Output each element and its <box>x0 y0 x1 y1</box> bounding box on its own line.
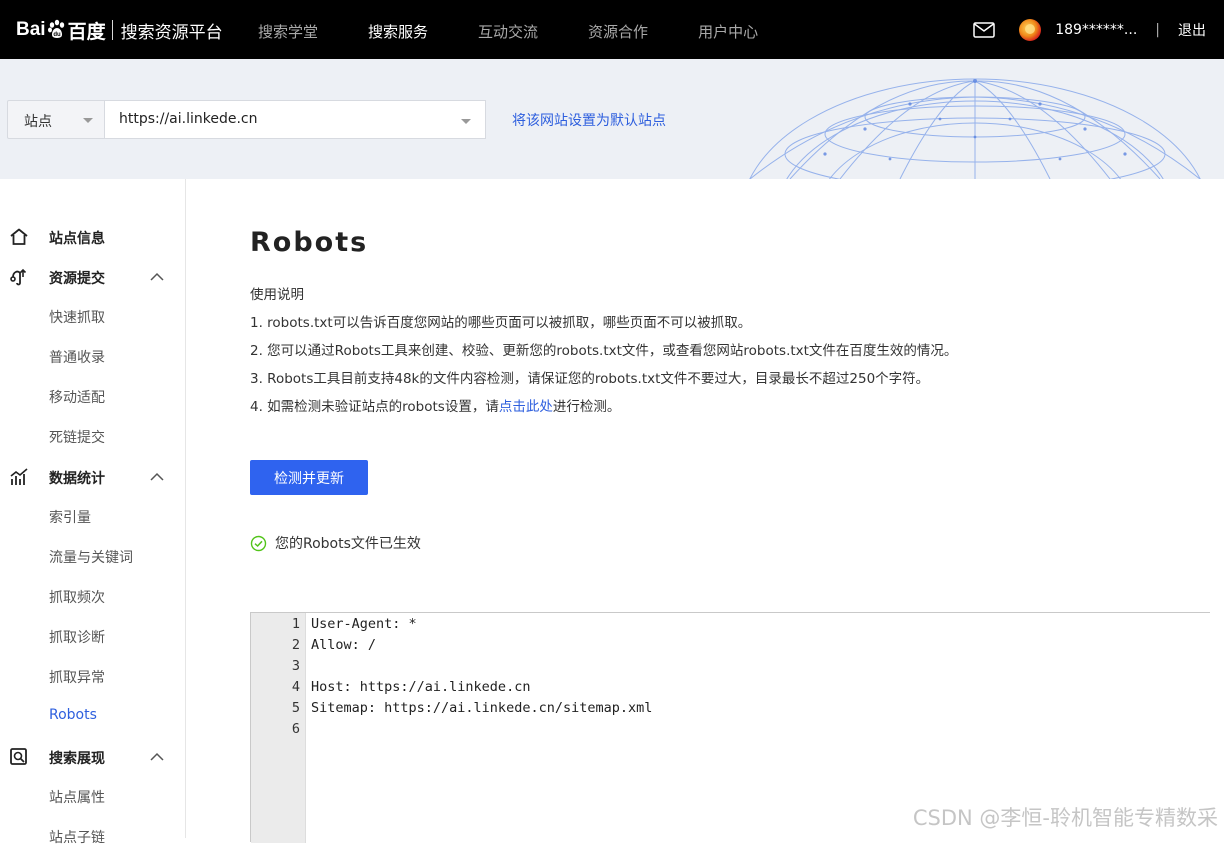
instructions-heading: 使用说明 <box>250 283 304 303</box>
search-display-icon <box>9 747 29 767</box>
sidebar-item-fast-crawl[interactable]: 快速抓取 <box>49 307 105 327</box>
watermark: CSDN @李恒-聆机智能专精数采 <box>913 802 1218 832</box>
line-number: 6 <box>270 721 300 737</box>
status-text: 您的Robots文件已生效 <box>275 533 421 553</box>
sidebar-item-normal-index[interactable]: 普通收录 <box>49 347 105 367</box>
check-update-button[interactable]: 检测并更新 <box>250 460 368 495</box>
logo-brand: Bai <box>16 19 46 41</box>
avatar[interactable] <box>1019 19 1041 41</box>
site-url-value: https://ai.linkede.cn <box>119 111 258 127</box>
code-line: Host: https://ai.linkede.cn <box>311 679 530 695</box>
instruction-line: 2. 您可以通过Robots工具来创建、校验、更新您的robots.txt文件，… <box>250 339 957 359</box>
sidebar: 站点信息 资源提交 快速抓取 普通收录 移动适配 死链提交 数据统计 索引量 流… <box>0 179 186 838</box>
instruction-line: 3. Robots工具目前支持48k的文件内容检测，请保证您的robots.tx… <box>250 367 929 387</box>
nav-search-school[interactable]: 搜索学堂 <box>258 0 318 59</box>
sidebar-item-index-volume[interactable]: 索引量 <box>49 507 91 527</box>
line-number: 4 <box>270 679 300 695</box>
line-number: 3 <box>270 658 300 674</box>
line-number: 5 <box>270 700 300 716</box>
status-message: 您的Robots文件已生效 <box>250 533 421 553</box>
platform-title: 搜索资源平台 <box>121 18 223 43</box>
sidebar-item-crawl-frequency[interactable]: 抓取频次 <box>49 587 105 607</box>
sidebar-item-robots[interactable]: Robots <box>49 707 97 723</box>
line-number: 1 <box>270 616 300 632</box>
site-type-label: 站点 <box>24 111 52 131</box>
sidebar-item-site-sublinks[interactable]: 站点子链 <box>49 827 105 847</box>
paw-icon: du <box>47 19 67 39</box>
globe-decoration <box>730 59 1224 179</box>
svg-text:du: du <box>53 32 61 38</box>
sidebar-group-label: 数据统计 <box>49 468 105 488</box>
sidebar-group-data-stats[interactable]: 数据统计 <box>0 458 186 498</box>
instruction-line: 1. robots.txt可以告诉百度您网站的哪些页面可以被抓取，哪些页面不可以… <box>250 311 751 331</box>
home-icon <box>9 227 29 247</box>
top-nav: 搜索学堂 搜索服务 互动交流 资源合作 用户中心 <box>258 0 808 59</box>
code-line: Allow: / <box>311 637 376 653</box>
chevron-up-icon[interactable] <box>149 472 165 482</box>
sidebar-group-search-display[interactable]: 搜索展现 <box>0 738 186 778</box>
main-content: Robots 使用说明 1. robots.txt可以告诉百度您网站的哪些页面可… <box>187 179 1224 838</box>
baidu-logo[interactable]: Bai du 百度 搜索资源平台 <box>16 14 223 46</box>
page-title: Robots <box>250 227 368 258</box>
user-phone[interactable]: 189******... <box>1055 22 1137 38</box>
sidebar-item-crawl-diagnosis[interactable]: 抓取诊断 <box>49 627 105 647</box>
site-url-select[interactable]: https://ai.linkede.cn <box>104 100 486 139</box>
separator: | <box>1155 22 1160 38</box>
caret-down-icon <box>83 118 93 123</box>
sidebar-group-label: 搜索展现 <box>49 748 105 768</box>
instruction-4-prefix: 4. 如需检测未验证站点的robots设置，请 <box>250 399 499 415</box>
sidebar-group-label: 站点信息 <box>49 228 105 248</box>
line-number: 2 <box>270 637 300 653</box>
check-circle-icon <box>250 535 267 552</box>
nav-user-center[interactable]: 用户中心 <box>698 0 758 59</box>
line-number-gutter: 1 2 3 4 5 6 <box>251 613 306 843</box>
mail-icon[interactable] <box>973 22 995 38</box>
nav-search-service[interactable]: 搜索服务 <box>368 0 428 59</box>
submit-icon <box>9 267 29 287</box>
sidebar-item-site-attributes[interactable]: 站点属性 <box>49 787 105 807</box>
logo-divider <box>112 20 113 40</box>
user-area: 189******... | 退出 <box>973 0 1206 59</box>
site-selector-band: 站点 https://ai.linkede.cn 将该网站设置为默认站点 <box>0 59 1224 179</box>
click-here-link[interactable]: 点击此处 <box>499 399 553 415</box>
set-default-site-link[interactable]: 将该网站设置为默认站点 <box>512 110 666 130</box>
chevron-up-icon[interactable] <box>149 272 165 282</box>
sidebar-item-traffic-keywords[interactable]: 流量与关键词 <box>49 547 133 567</box>
code-line: Sitemap: https://ai.linkede.cn/sitemap.x… <box>311 700 652 716</box>
caret-down-icon <box>461 119 471 124</box>
logout-link[interactable]: 退出 <box>1178 20 1206 40</box>
logo-brand-cn: 百度 <box>68 17 106 44</box>
sidebar-item-dead-link[interactable]: 死链提交 <box>49 427 105 447</box>
code-line: User-Agent: * <box>311 616 417 632</box>
sidebar-group-label: 资源提交 <box>49 268 105 288</box>
sidebar-item-mobile-adapt[interactable]: 移动适配 <box>49 387 105 407</box>
site-type-select[interactable]: 站点 <box>7 100 105 139</box>
sidebar-group-resource-submit[interactable]: 资源提交 <box>0 258 186 298</box>
instruction-line-4: 4. 如需检测未验证站点的robots设置，请点击此处进行检测。 <box>250 395 620 415</box>
chevron-up-icon[interactable] <box>149 752 165 762</box>
nav-community[interactable]: 互动交流 <box>478 0 538 59</box>
top-bar: Bai du 百度 搜索资源平台 搜索学堂 搜索服务 互动交流 资源合作 用户中… <box>0 0 1224 59</box>
nav-cooperation[interactable]: 资源合作 <box>588 0 648 59</box>
chart-icon <box>9 467 29 487</box>
sidebar-item-crawl-errors[interactable]: 抓取异常 <box>49 667 105 687</box>
instruction-4-suffix: 进行检测。 <box>553 399 621 415</box>
sidebar-group-site-info[interactable]: 站点信息 <box>0 218 186 258</box>
